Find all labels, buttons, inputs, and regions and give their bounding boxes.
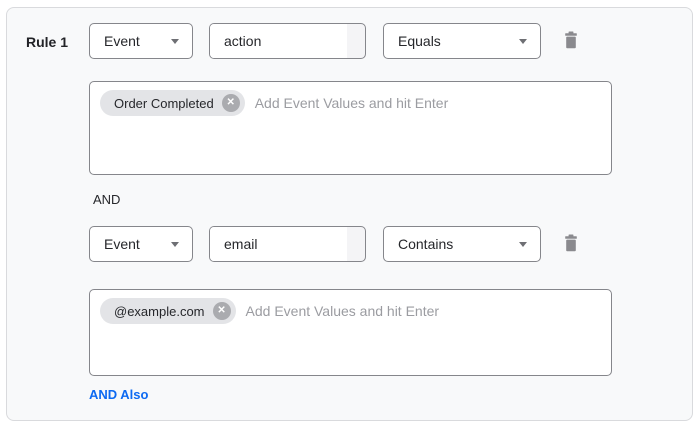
condition-type-select[interactable]: Event [89, 23, 193, 59]
value-chip-label: Order Completed [114, 96, 214, 111]
trash-icon [564, 234, 578, 255]
event-values-box[interactable]: @example.com ✕ Add Event Values and hit … [89, 289, 612, 376]
value-chip: Order Completed ✕ [100, 90, 245, 116]
trash-icon [564, 31, 578, 52]
operator-select[interactable]: Equals [383, 23, 541, 59]
condition-type-value: Event [104, 236, 140, 252]
and-also-link[interactable]: AND Also [89, 387, 148, 402]
chevron-down-icon [519, 39, 527, 44]
operator-value: Contains [398, 236, 453, 252]
chevron-down-icon [171, 242, 179, 247]
values-placeholder: Add Event Values and hit Enter [246, 298, 440, 324]
condition-row: Event Contains [89, 226, 580, 262]
condition-type-select[interactable]: Event [89, 226, 193, 262]
property-input[interactable] [210, 227, 347, 261]
operator-value: Equals [398, 33, 441, 49]
rule-card: Rule 1 Event Equals Order Complete [6, 7, 693, 421]
value-chip-label: @example.com [114, 304, 205, 319]
rule-title: Rule 1 [26, 34, 68, 50]
condition-type-value: Event [104, 33, 140, 49]
operator-select[interactable]: Contains [383, 226, 541, 262]
delete-condition-button[interactable] [562, 31, 580, 51]
property-field-wrapper [209, 23, 366, 59]
chevron-down-icon [171, 39, 179, 44]
property-input[interactable] [210, 24, 347, 58]
chip-remove-icon[interactable]: ✕ [222, 94, 240, 112]
and-connector-label: AND [93, 192, 120, 207]
property-field-wrapper [209, 226, 366, 262]
event-values-box[interactable]: Order Completed ✕ Add Event Values and h… [89, 81, 612, 175]
values-placeholder: Add Event Values and hit Enter [255, 90, 449, 116]
delete-condition-button[interactable] [562, 234, 580, 254]
chip-remove-icon[interactable]: ✕ [213, 302, 231, 320]
chevron-down-icon [519, 242, 527, 247]
value-chip: @example.com ✕ [100, 298, 236, 324]
condition-row: Event Equals [89, 23, 580, 59]
